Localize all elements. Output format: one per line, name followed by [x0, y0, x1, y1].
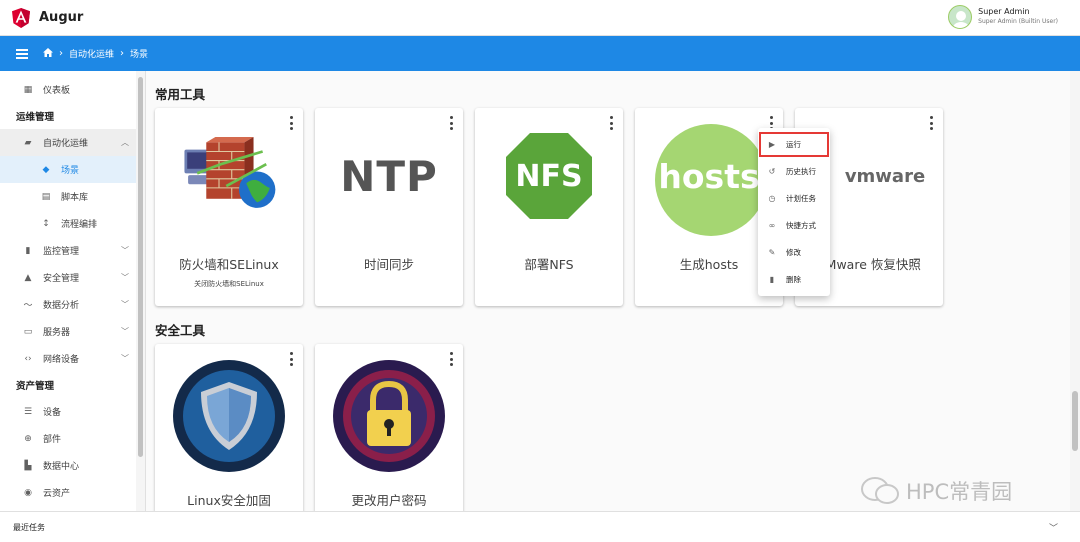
- firewall-illustration: [179, 126, 279, 226]
- main-content: 常用工具 防火墙和SELinux 关闭防火墙和SELinux NTP 时间同步 …: [146, 71, 1070, 514]
- sidebar-item-dashboard[interactable]: ▦ 仪表板: [0, 76, 145, 103]
- shield-illustration: [173, 360, 285, 472]
- vmware-logo: vmware: [844, 165, 926, 187]
- card-title: Linux安全加固: [187, 493, 271, 508]
- play-circle-icon: ▶: [768, 140, 776, 149]
- chevron-down-icon: ﹀: [121, 246, 129, 255]
- shield-check-icon: ◆: [42, 164, 50, 175]
- sidebar-scrollbar[interactable]: [136, 71, 145, 511]
- recent-tasks-label: 最近任务: [13, 522, 45, 532]
- sidebar-item-flows[interactable]: ↕ 流程编排: [0, 210, 145, 237]
- breadcrumb-item-scenes: 场景: [130, 50, 149, 60]
- grid-icon: ▦: [23, 84, 33, 95]
- user-menu[interactable]: Super Admin Super Admin (Builtin User): [948, 5, 1058, 29]
- more-vert-icon[interactable]: [288, 352, 294, 366]
- recent-tasks-bar[interactable]: 最近任务 ﹀: [0, 511, 1080, 542]
- card-nfs[interactable]: NFS 部署NFS: [475, 108, 623, 306]
- menu-item-schedule[interactable]: ◷ 计划任务: [758, 185, 830, 212]
- angular-logo-icon: [12, 7, 30, 28]
- sidebar-item-scenes[interactable]: ◆ 场景: [0, 156, 145, 183]
- sidebar-item-servers[interactable]: ▭ 服务器 ﹀: [0, 318, 145, 345]
- card-subtitle: 关闭防火墙和SELinux: [194, 280, 264, 288]
- sidebar-item-devices[interactable]: ☰ 设备: [0, 398, 145, 425]
- more-vert-icon[interactable]: [448, 116, 454, 130]
- sidebar-item-datacenter[interactable]: ▙ 数据中心: [0, 452, 145, 479]
- card-ntp[interactable]: NTP 时间同步: [315, 108, 463, 306]
- nfs-logo: NFS: [499, 126, 599, 226]
- more-vert-icon[interactable]: [448, 352, 454, 366]
- sidebar-item-security[interactable]: ▲ 安全管理 ﹀: [0, 264, 145, 291]
- server-icon: ▭: [23, 326, 33, 337]
- hosts-logo: hosts: [655, 124, 767, 236]
- user-name: Super Admin: [978, 7, 1030, 17]
- chevron-down-icon: ﹀: [121, 273, 129, 282]
- sidebar-item-monitor[interactable]: ▮ 监控管理 ﹀: [0, 237, 145, 264]
- more-vert-icon[interactable]: [288, 116, 294, 130]
- sidebar: ▦ 仪表板 运维管理 ▰ 自动化运维 ︿ ◆ 场景 ▤ 脚本库 ↕ 流程编排 ▮ 监控管理 ﹀ …: [0, 71, 146, 511]
- chevron-down-icon: ﹀: [121, 300, 129, 309]
- hamburger-menu-icon[interactable]: [16, 48, 28, 59]
- home-icon[interactable]: [43, 47, 53, 60]
- app-title: Augur: [39, 10, 84, 25]
- sidebar-item-analytics[interactable]: 〜数据分析 ﹀: [0, 291, 145, 318]
- breadcrumb-bar: › 自动化运维 › 场景: [0, 36, 1080, 71]
- dollar-icon: ◉: [24, 487, 32, 498]
- avatar[interactable]: [948, 5, 973, 29]
- more-vert-icon[interactable]: [608, 116, 614, 130]
- card-title: 防火墙和SELinux: [179, 257, 279, 272]
- card-title: 时间同步: [363, 257, 414, 272]
- chevron-up-icon: ︿: [121, 138, 129, 147]
- chevron-right-icon: ›: [59, 48, 63, 59]
- chevron-down-icon[interactable]: ﹀: [1049, 521, 1058, 534]
- main-scrollbar[interactable]: [1070, 71, 1080, 511]
- link-icon: ∞: [768, 221, 776, 230]
- pencil-icon: ✎: [768, 248, 776, 257]
- card-linux-hardening[interactable]: Linux安全加固: [155, 344, 303, 514]
- menu-item-shortcut[interactable]: ∞ 快捷方式: [758, 212, 830, 239]
- chat-bubble-icon: [861, 477, 899, 504]
- watermark: HPC常青园: [860, 476, 1012, 506]
- sidebar-section-ops: 运维管理: [16, 112, 55, 123]
- swap-vertical-icon: ↕: [42, 218, 50, 229]
- list-icon: ☰: [23, 406, 33, 417]
- menu-item-history[interactable]: ↺ 历史执行: [758, 158, 830, 185]
- menu-item-run[interactable]: ▶ 运行: [758, 131, 830, 158]
- card-context-menu: ▶ 运行 ↺ 历史执行 ◷ 计划任务 ∞ 快捷方式 ✎ 修改 ▮ 删除: [758, 128, 830, 296]
- user-role: Super Admin (Builtin User): [978, 18, 1058, 26]
- trash-icon: ▮: [769, 275, 775, 284]
- briefcase-icon: ▰: [24, 137, 32, 148]
- sidebar-item-cloud[interactable]: ◉ 云资产: [0, 479, 145, 506]
- code-arrows-icon: ‹›: [24, 353, 32, 364]
- section-title-common: 常用工具: [155, 87, 206, 102]
- sidebar-item-automation[interactable]: ▰ 自动化运维 ︿: [0, 129, 145, 156]
- chevron-down-icon: ﹀: [121, 354, 129, 363]
- breadcrumb-item-automation[interactable]: 自动化运维: [69, 47, 114, 60]
- clock-icon: ◷: [768, 194, 776, 203]
- card-title: 更改用户密码: [351, 493, 427, 508]
- bar-chart-icon: ▮: [25, 245, 31, 256]
- title-bar: Augur Super Admin Super Admin (Builtin U…: [0, 0, 1080, 36]
- globe-icon: ⊕: [24, 433, 32, 444]
- sidebar-item-parts[interactable]: ⊕ 部件: [0, 425, 145, 452]
- sidebar-item-network[interactable]: ‹› 网络设备 ﹀: [0, 345, 145, 372]
- menu-item-edit[interactable]: ✎ 修改: [758, 239, 830, 266]
- warning-icon: ▲: [24, 272, 32, 283]
- sidebar-section-assets: 资产管理: [16, 381, 55, 392]
- card-change-password[interactable]: 更改用户密码: [315, 344, 463, 514]
- chevron-right-icon: ›: [120, 48, 125, 59]
- chevron-down-icon: ﹀: [121, 327, 129, 336]
- building-icon: ▙: [24, 460, 32, 471]
- card-title: 部署NFS: [524, 257, 574, 272]
- padlock-illustration: [333, 360, 445, 472]
- history-icon: ↺: [768, 167, 776, 176]
- ntp-logo: NTP: [340, 151, 438, 201]
- trending-icon: 〜: [23, 301, 33, 311]
- library-icon: ▤: [41, 191, 51, 202]
- section-title-security: 安全工具: [155, 323, 206, 338]
- card-firewall[interactable]: 防火墙和SELinux 关闭防火墙和SELinux: [155, 108, 303, 306]
- menu-item-delete[interactable]: ▮ 删除: [758, 266, 830, 293]
- sidebar-item-scripts[interactable]: ▤ 脚本库: [0, 183, 145, 210]
